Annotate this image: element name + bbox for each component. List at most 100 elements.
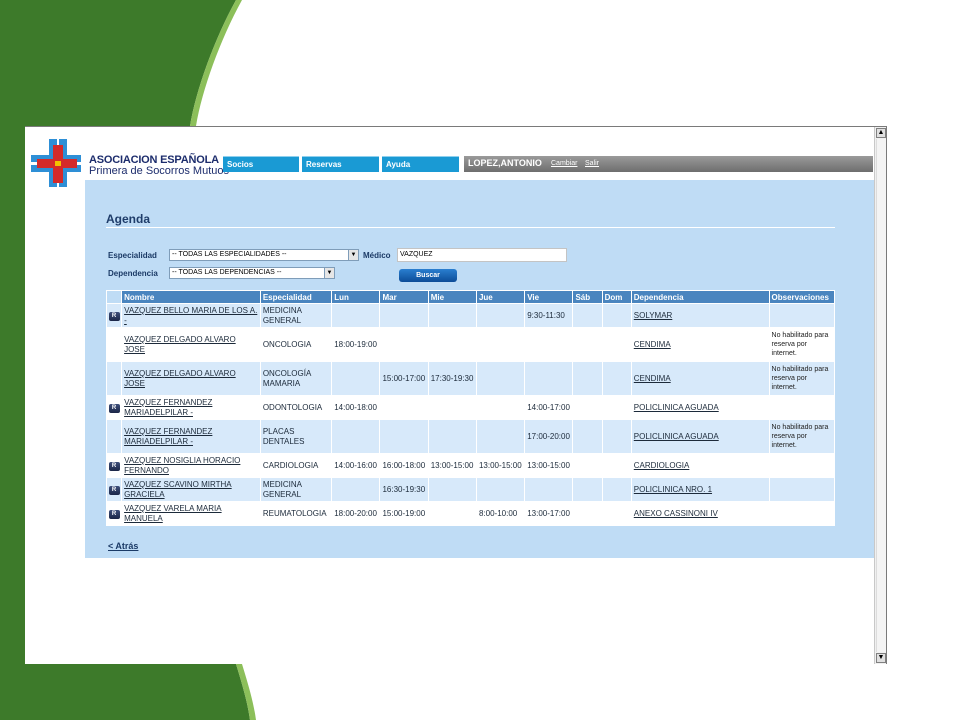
doctor-name-link[interactable]: VAZQUEZ SCAVINO MIRTHA GRACIELA bbox=[124, 480, 232, 499]
cell-sab bbox=[572, 327, 603, 362]
cell-dependencia: SOLYMAR bbox=[630, 303, 770, 328]
cell-dom bbox=[601, 303, 632, 328]
cell-lun: 18:00-20:00 bbox=[331, 501, 381, 526]
dependencia-link[interactable]: POLICLINICA AGUADA bbox=[634, 403, 719, 412]
reserve-icon-cell: R bbox=[105, 453, 123, 478]
organization-name-line2: Primera de Socorros Mutuos bbox=[89, 165, 229, 177]
cell-dependencia: ANEXO CASSINONI IV bbox=[630, 501, 770, 526]
cell-especialidad: REUMATOLOGIA bbox=[259, 501, 333, 526]
chevron-down-icon[interactable]: ▼ bbox=[324, 268, 334, 278]
change-user-link[interactable]: Cambiar bbox=[551, 160, 577, 167]
table-row: R VAZQUEZ BELLO MARIA DE LOS A. - MEDICINA… bbox=[105, 303, 836, 328]
scrollbar-track[interactable] bbox=[876, 139, 886, 652]
cell-vie: 9:30-11:30 bbox=[524, 303, 574, 328]
agenda-table: Nombre Especialidad Lun Mar Mie Jue Vie … bbox=[105, 290, 836, 526]
doctor-name-link[interactable]: VAZQUEZ DELGADO ALVARO JOSE bbox=[124, 369, 236, 388]
cell-observaciones bbox=[768, 453, 836, 478]
scroll-down-arrow-icon[interactable]: ▼ bbox=[876, 653, 886, 663]
reserve-icon-cell: R bbox=[105, 501, 123, 526]
cell-mie: 17:30-19:30 bbox=[427, 361, 477, 396]
dependencia-link[interactable]: CENDIMA bbox=[634, 340, 671, 349]
medico-label: Médico bbox=[363, 251, 391, 260]
cell-especialidad: CARDIOLOGIA bbox=[259, 453, 333, 478]
cell-vie bbox=[524, 361, 574, 396]
header-observaciones: Observaciones bbox=[768, 290, 836, 304]
cell-vie bbox=[524, 477, 574, 502]
reserve-icon[interactable]: R bbox=[108, 510, 120, 519]
cell-sab bbox=[572, 477, 603, 502]
cell-observaciones bbox=[768, 477, 836, 502]
cell-dom bbox=[601, 395, 632, 420]
cell-dependencia: CENDIMA bbox=[630, 327, 770, 362]
title-divider bbox=[106, 227, 835, 228]
nav-ayuda[interactable]: Ayuda bbox=[382, 156, 459, 172]
cell-jue bbox=[475, 419, 526, 454]
cell-dependencia: POLICLINICA AGUADA bbox=[630, 419, 770, 454]
cell-lun: 18:00-19:00 bbox=[331, 327, 381, 362]
dependencia-link[interactable]: POLICLINICA NRO. 1 bbox=[634, 485, 712, 494]
cell-sab bbox=[572, 419, 603, 454]
table-row: R VAZQUEZ FERNANDEZ MARIADELPILAR - ODONTO… bbox=[105, 395, 836, 420]
dependencia-link[interactable]: SOLYMAR bbox=[634, 311, 673, 320]
cell-mar: 16:30-19:30 bbox=[379, 477, 429, 502]
cell-especialidad: ONCOLOGÍA MAMARIA bbox=[259, 361, 333, 396]
reserve-icon[interactable]: R bbox=[108, 462, 120, 471]
cell-mar bbox=[379, 419, 429, 454]
header-sab: Sáb bbox=[572, 290, 603, 304]
cell-dependencia: CARDIOLOGIA bbox=[630, 453, 770, 478]
dependencia-link[interactable]: POLICLINICA AGUADA bbox=[634, 432, 719, 441]
cell-especialidad: PLACAS DENTALES bbox=[259, 419, 333, 454]
reserve-icon[interactable]: R bbox=[108, 486, 120, 495]
cell-especialidad: MEDICINA GENERAL bbox=[259, 303, 333, 328]
cell-mie: 13:00-15:00 bbox=[427, 453, 477, 478]
agenda-panel: Agenda Especialidad -- TODAS LAS ESPECIA… bbox=[85, 180, 874, 558]
reserve-icon-cell bbox=[105, 327, 123, 362]
doctor-name-link[interactable]: VAZQUEZ VARELA MARIA MANUELA bbox=[124, 504, 222, 523]
table-row: R VAZQUEZ SCAVINO MIRTHA GRACIELA MEDICINA… bbox=[105, 477, 836, 502]
cell-especialidad: ONCOLOGIA bbox=[259, 327, 333, 362]
dependencia-link[interactable]: ANEXO CASSINONI IV bbox=[634, 509, 718, 518]
vertical-scrollbar[interactable]: ▲ ▼ bbox=[874, 127, 886, 664]
doctor-name-link[interactable]: VAZQUEZ FERNANDEZ MARIADELPILAR - bbox=[124, 427, 212, 446]
doctor-name-link[interactable]: VAZQUEZ DELGADO ALVARO JOSE bbox=[124, 335, 236, 354]
cell-jue bbox=[475, 361, 526, 396]
reserve-icon-cell: R bbox=[105, 395, 123, 420]
especialidad-select[interactable]: -- TODAS LAS ESPECIALIDADES -- ▼ bbox=[169, 249, 359, 261]
search-button[interactable]: Buscar bbox=[399, 269, 457, 282]
reserve-icon[interactable]: R bbox=[108, 312, 120, 321]
cell-mie bbox=[427, 477, 477, 502]
doctor-name-link[interactable]: VAZQUEZ NOSIGLIA HORACIO FERNANDO bbox=[124, 456, 240, 475]
chevron-down-icon[interactable]: ▼ bbox=[348, 250, 358, 260]
logout-link[interactable]: Salir bbox=[585, 160, 599, 167]
cell-mie bbox=[427, 501, 477, 526]
back-link[interactable]: < Atrás bbox=[108, 541, 138, 551]
cell-mar bbox=[379, 395, 429, 420]
cell-nombre: VAZQUEZ FERNANDEZ MARIADELPILAR - bbox=[121, 419, 261, 454]
cell-dependencia: POLICLINICA AGUADA bbox=[630, 395, 770, 420]
cell-mar: 15:00-19:00 bbox=[379, 501, 429, 526]
nav-socios[interactable]: Socios bbox=[223, 156, 299, 172]
agenda-table-body: R VAZQUEZ BELLO MARIA DE LOS A. - MEDICINA… bbox=[105, 303, 836, 526]
user-bar: LOPEZ,ANTONIO Cambiar Salir bbox=[464, 156, 873, 172]
cell-vie: 13:00-15:00 bbox=[524, 453, 574, 478]
cell-sab bbox=[572, 395, 603, 420]
dependencia-link[interactable]: CENDIMA bbox=[634, 374, 671, 383]
reserve-icon[interactable]: R bbox=[108, 404, 120, 413]
especialidad-select-value: -- TODAS LAS ESPECIALIDADES -- bbox=[172, 251, 287, 258]
dependencia-link[interactable]: CARDIOLOGIA bbox=[634, 461, 690, 470]
cell-observaciones bbox=[768, 501, 836, 526]
cell-jue: 8:00-10:00 bbox=[475, 501, 526, 526]
scroll-up-arrow-icon[interactable]: ▲ bbox=[876, 128, 886, 138]
table-row: VAZQUEZ FERNANDEZ MARIADELPILAR - PLACAS … bbox=[105, 419, 836, 454]
header-jue: Jue bbox=[475, 290, 526, 304]
header-mie: Mie bbox=[427, 290, 477, 304]
doctor-name-link[interactable]: VAZQUEZ BELLO MARIA DE LOS A. - bbox=[124, 306, 257, 325]
cell-mar bbox=[379, 303, 429, 328]
cell-lun bbox=[331, 303, 381, 328]
cell-mie bbox=[427, 419, 477, 454]
medico-input[interactable]: VAZQUEZ bbox=[397, 248, 567, 262]
reserve-icon-cell bbox=[105, 419, 123, 454]
dependencia-select[interactable]: -- TODAS LAS DEPENDENCIAS -- ▼ bbox=[169, 267, 335, 279]
doctor-name-link[interactable]: VAZQUEZ FERNANDEZ MARIADELPILAR - bbox=[124, 398, 212, 417]
nav-reservas[interactable]: Reservas bbox=[302, 156, 379, 172]
